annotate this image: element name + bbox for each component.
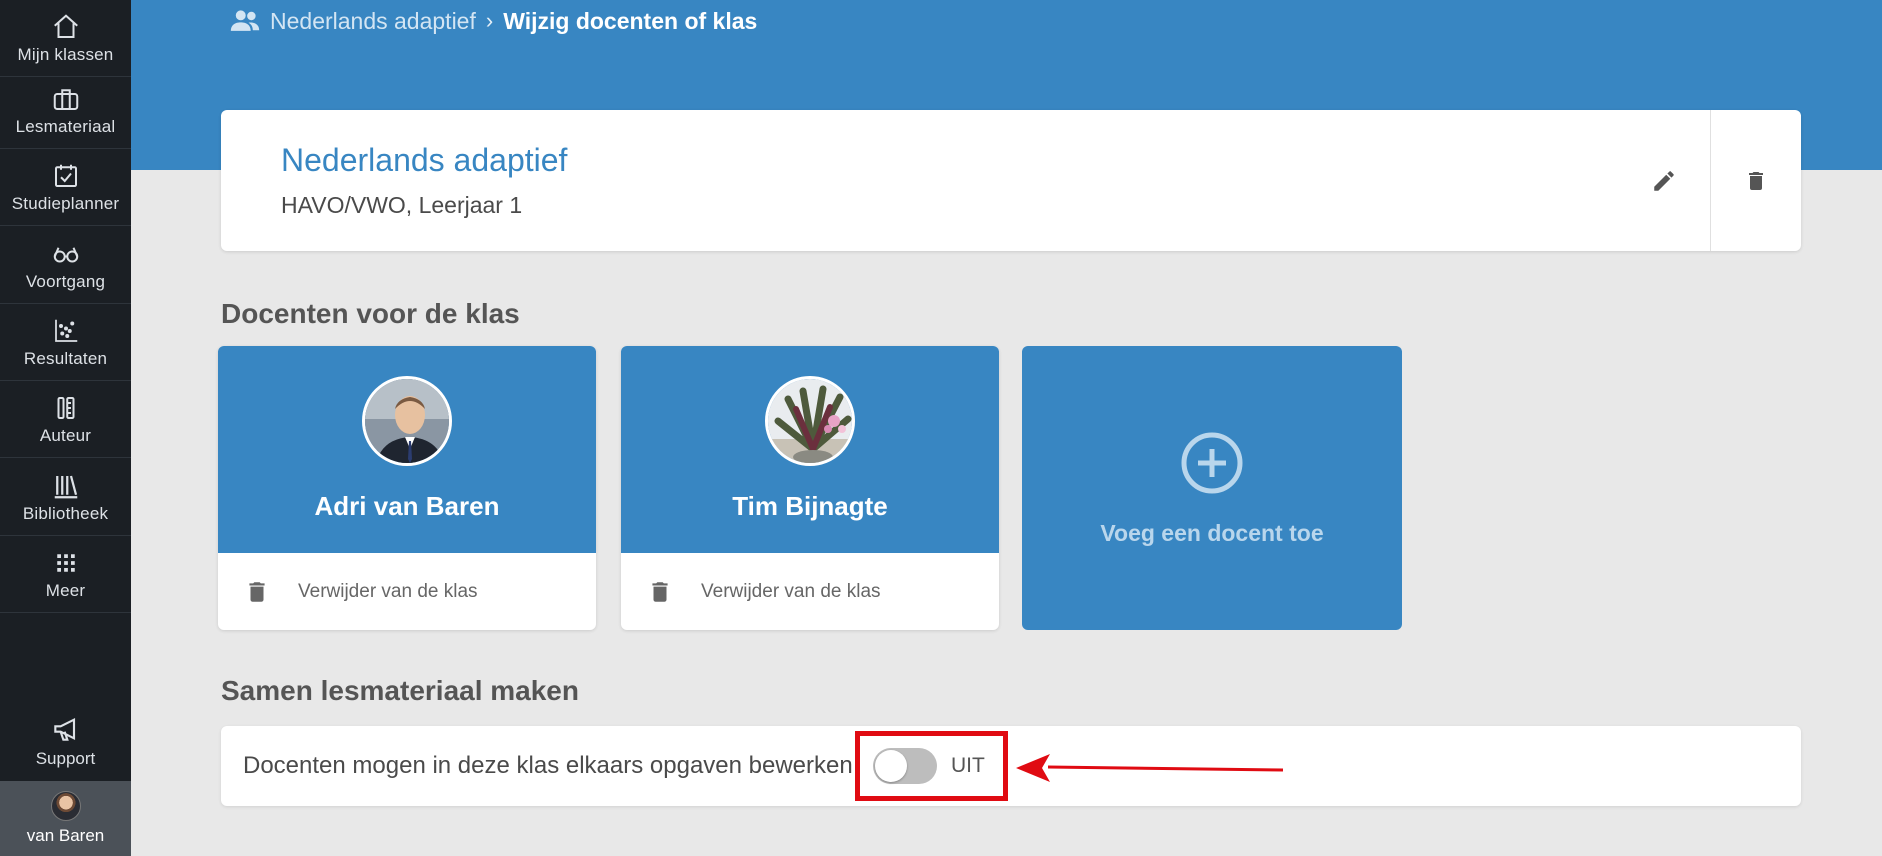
grid-icon bbox=[56, 553, 75, 572]
class-card: Nederlands adaptief HAVO/VWO, Leerjaar 1 bbox=[221, 110, 1801, 251]
remove-teacher-button[interactable]: Verwijder van de klas bbox=[621, 553, 999, 630]
nav-item-studieplanner[interactable]: Studieplanner bbox=[0, 149, 131, 226]
breadcrumb-current: Wijzig docenten of klas bbox=[503, 7, 758, 34]
briefcase-icon bbox=[53, 88, 78, 110]
teacher-card: Tim Bijnagte Verwijder van de klas bbox=[621, 346, 999, 630]
trash-icon bbox=[249, 581, 265, 602]
teacher-name: Adri van Baren bbox=[314, 491, 500, 521]
class-subtitle: HAVO/VWO, Leerjaar 1 bbox=[281, 192, 523, 218]
nav-item-support[interactable]: Support bbox=[0, 702, 131, 779]
nav-item-resultaten[interactable]: Resultaten bbox=[0, 304, 131, 381]
remove-teacher-button[interactable]: Verwijder van de klas bbox=[218, 553, 596, 630]
avatar bbox=[50, 791, 81, 821]
teacher-card: Adri van Baren Verwijder van de klas bbox=[218, 346, 596, 630]
annotation-highlight-box bbox=[855, 731, 1008, 801]
class-title: Nederlands adaptief bbox=[281, 142, 568, 178]
breadcrumb: Nederlands adaptief › Wijzig docenten of… bbox=[228, 6, 757, 36]
pencil-icon bbox=[1654, 171, 1674, 191]
remove-label: Verwijder van de klas bbox=[701, 580, 881, 602]
add-teacher-button[interactable]: Voeg een docent toe bbox=[1022, 346, 1402, 630]
author-icon bbox=[57, 396, 74, 419]
home-icon bbox=[53, 13, 78, 38]
plus-circle-icon bbox=[1181, 432, 1243, 494]
setting-label: Docenten mogen in deze klas elkaars opga… bbox=[243, 752, 853, 779]
edit-class-button[interactable] bbox=[1647, 164, 1681, 198]
nav-label: Bibliotheek bbox=[22, 503, 109, 523]
glasses-icon bbox=[53, 246, 78, 262]
divider bbox=[1710, 110, 1711, 251]
delete-class-button[interactable] bbox=[1739, 164, 1773, 198]
section-title-teachers: Docenten voor de klas bbox=[221, 298, 520, 329]
sidebar: Mijn klassen Lesmateriaal Studieplanner … bbox=[0, 0, 131, 856]
nav-label: Lesmateriaal bbox=[15, 116, 116, 136]
nav-label: Auteur bbox=[39, 425, 92, 445]
nav-item-mijn-klassen[interactable]: Mijn klassen bbox=[0, 0, 131, 77]
add-teacher-label: Voeg een docent toe bbox=[1100, 520, 1324, 546]
teacher-card-header: Adri van Baren bbox=[218, 346, 596, 553]
remove-label: Verwijder van de klas bbox=[298, 580, 478, 602]
user-name: van Baren bbox=[26, 826, 105, 845]
teacher-name: Tim Bijnagte bbox=[732, 491, 888, 521]
nav-label: Resultaten bbox=[23, 348, 108, 368]
annotation-arrow-icon bbox=[1016, 754, 1284, 782]
avatar bbox=[765, 376, 855, 466]
chevron-right-icon: › bbox=[485, 8, 494, 33]
breadcrumb-parent-link[interactable]: Nederlands adaptief bbox=[270, 8, 476, 35]
nav-user-profile[interactable]: van Baren bbox=[0, 781, 131, 856]
nav-item-auteur[interactable]: Auteur bbox=[0, 381, 131, 458]
nav-label: Studieplanner bbox=[11, 193, 120, 213]
nav-label: Mijn klassen bbox=[17, 44, 114, 64]
scatter-chart-icon bbox=[54, 319, 77, 342]
megaphone-icon bbox=[53, 717, 75, 741]
nav-item-lesmateriaal[interactable]: Lesmateriaal bbox=[0, 72, 131, 149]
calendar-check-icon bbox=[54, 164, 77, 187]
nav-item-voortgang[interactable]: Voortgang bbox=[0, 227, 131, 304]
avatar bbox=[362, 376, 452, 466]
library-icon bbox=[54, 475, 77, 498]
nav-label: Voortgang bbox=[25, 271, 106, 291]
nav-label: Meer bbox=[45, 580, 86, 600]
trash-icon bbox=[652, 581, 668, 602]
people-icon bbox=[230, 10, 260, 31]
nav-label: Support bbox=[35, 748, 96, 768]
trash-icon bbox=[1749, 172, 1763, 190]
section-title-collab: Samen lesmateriaal maken bbox=[221, 675, 579, 706]
teacher-card-header: Tim Bijnagte bbox=[621, 346, 999, 553]
nav-item-meer[interactable]: Meer bbox=[0, 536, 131, 613]
nav-item-bibliotheek[interactable]: Bibliotheek bbox=[0, 459, 131, 536]
